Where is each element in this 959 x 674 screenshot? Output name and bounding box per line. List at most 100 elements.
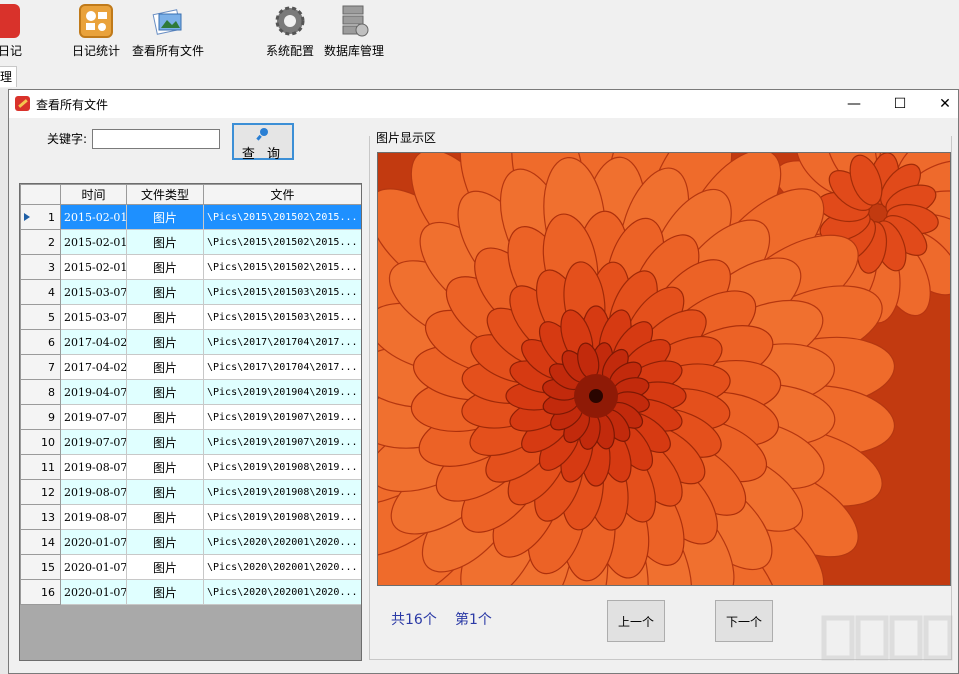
cell-time[interactable]: 2015-02-01: [60, 204, 127, 230]
table-row[interactable]: 5 2015-03-07 图片 \Pics\2015\201503\2015...: [20, 304, 361, 330]
toolbar-stats-button[interactable]: 日记统计: [66, 4, 126, 59]
table-row[interactable]: 9 2019-07-07 图片 \Pics\2019\201907\2019...: [20, 404, 361, 430]
cell-file-path[interactable]: \Pics\2015\201502\2015...: [203, 204, 361, 230]
cell-file-path[interactable]: \Pics\2017\201704\2017...: [203, 354, 361, 380]
cell-file-type[interactable]: 图片: [126, 354, 204, 380]
cell-file-path[interactable]: \Pics\2015\201502\2015...: [203, 254, 361, 280]
cell-time[interactable]: 2019-07-07: [60, 404, 127, 430]
row-number[interactable]: 11: [20, 454, 61, 480]
cell-file-path[interactable]: \Pics\2019\201908\2019...: [203, 504, 361, 530]
cell-time[interactable]: 2019-08-07: [60, 454, 127, 480]
cell-time[interactable]: 2015-02-01: [60, 229, 127, 255]
cell-time[interactable]: 2015-02-01: [60, 254, 127, 280]
toolbar-config-button[interactable]: 系统配置: [262, 4, 318, 59]
cell-file-path[interactable]: \Pics\2020\202001\2020...: [203, 579, 361, 605]
cell-file-type[interactable]: 图片: [126, 429, 204, 455]
toolbar-files-button[interactable]: 查看所有文件: [130, 4, 206, 59]
keyword-input[interactable]: [92, 129, 220, 149]
row-number[interactable]: 3: [20, 254, 61, 280]
row-number[interactable]: 8: [20, 379, 61, 405]
cell-file-path[interactable]: \Pics\2015\201503\2015...: [203, 304, 361, 330]
cell-file-path[interactable]: \Pics\2019\201907\2019...: [203, 429, 361, 455]
row-number[interactable]: 2: [20, 229, 61, 255]
toolbar-diary-button[interactable]: 日记: [0, 4, 22, 59]
current-row-pointer-icon: [24, 213, 30, 221]
cell-time[interactable]: 2019-04-07: [60, 379, 127, 405]
cell-file-path[interactable]: \Pics\2017\201704\2017...: [203, 329, 361, 355]
header-time[interactable]: 时间: [60, 184, 127, 205]
cell-file-type[interactable]: 图片: [126, 504, 204, 530]
table-row[interactable]: 1 2015-02-01 图片 \Pics\2015\201502\2015...: [20, 204, 361, 230]
row-number[interactable]: 12: [20, 479, 61, 505]
cell-file-path[interactable]: \Pics\2020\202001\2020...: [203, 554, 361, 580]
table-row[interactable]: 13 2019-08-07 图片 \Pics\2019\201908\2019...: [20, 504, 361, 530]
cell-file-type[interactable]: 图片: [126, 204, 204, 230]
row-number[interactable]: 6: [20, 329, 61, 355]
cell-file-type[interactable]: 图片: [126, 404, 204, 430]
table-row[interactable]: 8 2019-04-07 图片 \Pics\2019\201904\2019...: [20, 379, 361, 405]
cell-time[interactable]: 2020-01-07: [60, 529, 127, 555]
table-row[interactable]: 6 2017-04-02 图片 \Pics\2017\201704\2017...: [20, 329, 361, 355]
files-grid[interactable]: 时间 文件类型 文件 1 2015-02-01 图片 \Pics\2015\20150…: [19, 183, 362, 661]
row-number[interactable]: 15: [20, 554, 61, 580]
cell-file-type[interactable]: 图片: [126, 454, 204, 480]
dialog-titlebar[interactable]: 查看所有文件 — ☐ ✕: [9, 90, 958, 118]
row-number[interactable]: 10: [20, 429, 61, 455]
row-number[interactable]: 1: [20, 204, 61, 230]
previous-button[interactable]: 上一个: [607, 600, 665, 642]
cell-file-type[interactable]: 图片: [126, 329, 204, 355]
cell-time[interactable]: 2017-04-02: [60, 354, 127, 380]
table-row[interactable]: 16 2020-01-07 图片 \Pics\2020\202001\2020...: [20, 579, 361, 605]
cell-file-type[interactable]: 图片: [126, 479, 204, 505]
picture-display: [377, 152, 951, 586]
cell-file-type[interactable]: 图片: [126, 304, 204, 330]
cell-file-path[interactable]: \Pics\2019\201907\2019...: [203, 404, 361, 430]
cell-file-type[interactable]: 图片: [126, 279, 204, 305]
cell-file-type[interactable]: 图片: [126, 579, 204, 605]
cell-file-type[interactable]: 图片: [126, 254, 204, 280]
cell-time[interactable]: 2015-03-07: [60, 304, 127, 330]
cell-time[interactable]: 2019-07-07: [60, 429, 127, 455]
row-number[interactable]: 5: [20, 304, 61, 330]
row-number[interactable]: 7: [20, 354, 61, 380]
cell-time[interactable]: 2020-01-07: [60, 579, 127, 605]
cell-file-type[interactable]: 图片: [126, 529, 204, 555]
cell-time[interactable]: 2015-03-07: [60, 279, 127, 305]
table-row[interactable]: 2 2015-02-01 图片 \Pics\2015\201502\2015...: [20, 229, 361, 255]
close-button[interactable]: ✕: [922, 90, 958, 118]
toolbar-database-button[interactable]: 数据库管理: [322, 4, 386, 59]
table-row[interactable]: 4 2015-03-07 图片 \Pics\2015\201503\2015...: [20, 279, 361, 305]
cell-file-type[interactable]: 图片: [126, 229, 204, 255]
header-file[interactable]: 文件: [203, 184, 361, 205]
row-number[interactable]: 16: [20, 579, 61, 605]
table-row[interactable]: 10 2019-07-07 图片 \Pics\2019\201907\2019...: [20, 429, 361, 455]
minimize-button[interactable]: —: [831, 90, 877, 118]
cell-file-path[interactable]: \Pics\2015\201503\2015...: [203, 279, 361, 305]
table-row[interactable]: 11 2019-08-07 图片 \Pics\2019\201908\2019...: [20, 454, 361, 480]
cell-time[interactable]: 2019-08-07: [60, 504, 127, 530]
cell-file-type[interactable]: 图片: [126, 554, 204, 580]
cell-time[interactable]: 2017-04-02: [60, 329, 127, 355]
maximize-button[interactable]: ☐: [877, 90, 923, 118]
row-number[interactable]: 4: [20, 279, 61, 305]
row-number[interactable]: 13: [20, 504, 61, 530]
cell-file-path[interactable]: \Pics\2019\201908\2019...: [203, 479, 361, 505]
query-button[interactable]: 查 询: [232, 123, 294, 162]
cell-time[interactable]: 2020-01-07: [60, 554, 127, 580]
table-row[interactable]: 12 2019-08-07 图片 \Pics\2019\201908\2019...: [20, 479, 361, 505]
cell-file-path[interactable]: \Pics\2015\201502\2015...: [203, 229, 361, 255]
table-row[interactable]: 15 2020-01-07 图片 \Pics\2020\202001\2020...: [20, 554, 361, 580]
cell-file-path[interactable]: \Pics\2019\201904\2019...: [203, 379, 361, 405]
row-number[interactable]: 14: [20, 529, 61, 555]
table-row[interactable]: 7 2017-04-02 图片 \Pics\2017\201704\2017...: [20, 354, 361, 380]
header-file-type[interactable]: 文件类型: [126, 184, 204, 205]
app-tab-manage[interactable]: 理: [0, 66, 18, 87]
next-button[interactable]: 下一个: [715, 600, 773, 642]
row-number[interactable]: 9: [20, 404, 61, 430]
cell-time[interactable]: 2019-08-07: [60, 479, 127, 505]
table-row[interactable]: 3 2015-02-01 图片 \Pics\2015\201502\2015...: [20, 254, 361, 280]
cell-file-type[interactable]: 图片: [126, 379, 204, 405]
table-row[interactable]: 14 2020-01-07 图片 \Pics\2020\202001\2020...: [20, 529, 361, 555]
cell-file-path[interactable]: \Pics\2019\201908\2019...: [203, 454, 361, 480]
cell-file-path[interactable]: \Pics\2020\202001\2020...: [203, 529, 361, 555]
